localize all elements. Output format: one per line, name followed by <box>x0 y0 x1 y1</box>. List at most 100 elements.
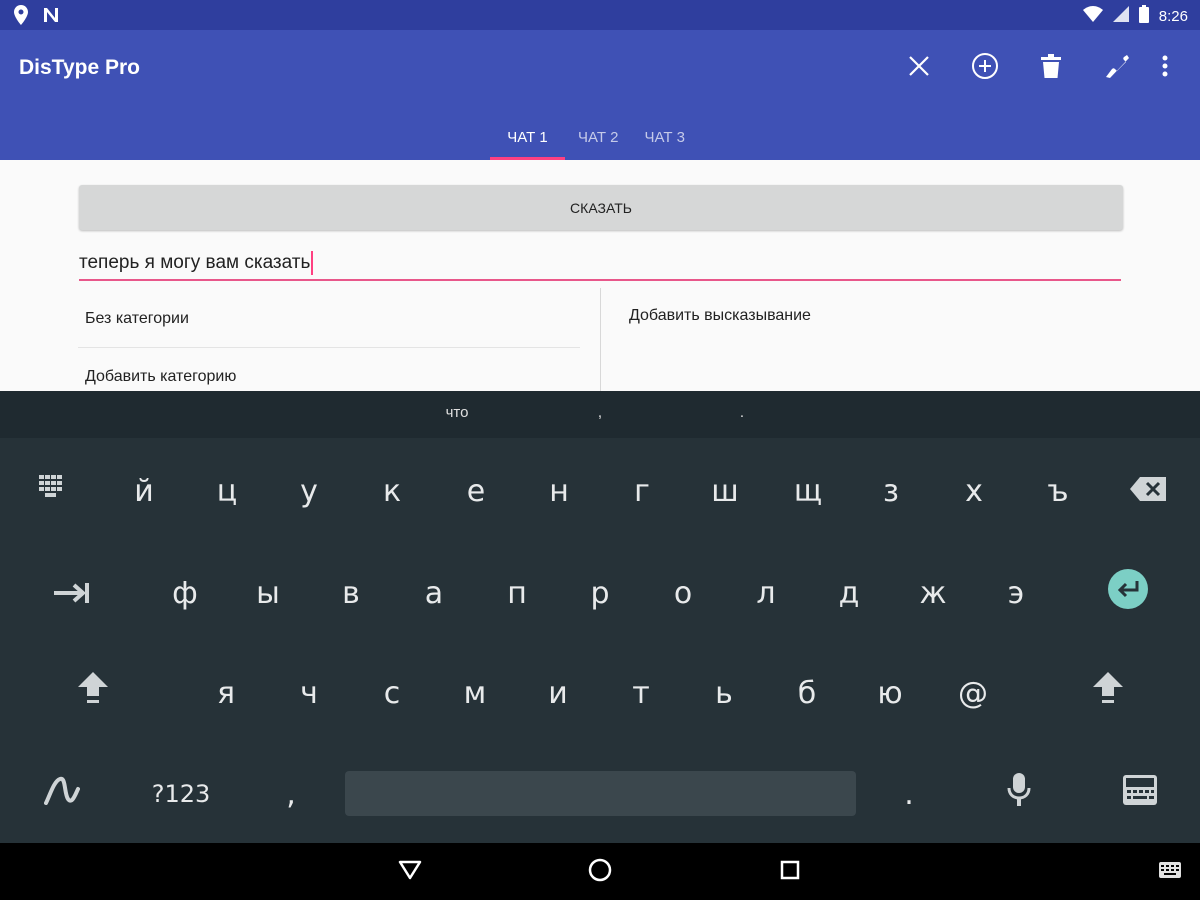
voice-key[interactable] <box>977 764 1061 824</box>
key-6[interactable]: н <box>517 461 601 521</box>
symbols-key[interactable]: ?123 <box>139 764 223 824</box>
ime-switch-button[interactable] <box>1150 856 1190 888</box>
phrase-input[interactable]: теперь я могу вам сказать <box>79 247 1121 281</box>
key-29[interactable]: т <box>599 663 683 723</box>
key-21[interactable]: д <box>807 563 891 623</box>
key-17[interactable]: п <box>475 563 559 623</box>
key-4[interactable]: к <box>350 461 434 521</box>
status-time: 8:26 <box>1158 7 1188 25</box>
key-15[interactable]: в <box>309 563 393 623</box>
enter-key[interactable] <box>1086 563 1170 623</box>
key-14[interactable]: ы <box>226 563 310 623</box>
backspace-key[interactable] <box>1106 461 1190 521</box>
key-18[interactable]: р <box>558 563 642 623</box>
key-25[interactable]: ч <box>267 663 351 723</box>
app-bar: DisType Pro ЧАТ 1 ЧАТ 2 ЧАТ 3 <box>0 30 1200 160</box>
navigation-bar <box>0 843 1200 900</box>
recents-square-icon <box>780 860 800 885</box>
key-20[interactable]: л <box>724 563 808 623</box>
back-triangle-icon <box>398 860 422 885</box>
close-icon <box>908 55 930 82</box>
tab-key[interactable] <box>30 563 114 623</box>
key-1[interactable]: й <box>102 461 186 521</box>
key-8[interactable]: ш <box>683 461 767 521</box>
handwriting-icon <box>44 775 80 813</box>
wifi-icon <box>1082 6 1103 26</box>
grid-icon <box>39 474 63 509</box>
key-31[interactable]: б <box>765 663 849 723</box>
call-button[interactable] <box>1084 52 1150 84</box>
back-button[interactable] <box>390 856 430 888</box>
microphone-icon <box>1007 773 1031 815</box>
shift-icon <box>1093 672 1123 714</box>
numpad-key[interactable] <box>9 461 93 521</box>
period-key[interactable]: . <box>867 764 951 824</box>
recents-button[interactable] <box>770 856 810 888</box>
status-bar: 8:26 <box>0 0 1200 30</box>
key-24[interactable]: я <box>184 663 268 723</box>
keyboard-icon <box>1123 775 1157 813</box>
key-10[interactable]: з <box>849 461 933 521</box>
chat-tabs: ЧАТ 1 ЧАТ 2 ЧАТ 3 <box>490 114 698 160</box>
key-27[interactable]: м <box>433 663 517 723</box>
say-button[interactable]: СКАЗАТЬ <box>79 185 1123 230</box>
key-12[interactable]: ъ <box>1016 461 1100 521</box>
keyboard-switch-key[interactable] <box>1098 764 1182 824</box>
keyboard: что , . й ц у к е н г ш щ з х ъ ф ы в а … <box>0 391 1200 843</box>
spacebar[interactable] <box>345 771 856 816</box>
n-icon <box>42 6 60 29</box>
key-13[interactable]: ф <box>143 563 227 623</box>
key-9[interactable]: щ <box>766 461 850 521</box>
key-28[interactable]: и <box>516 663 600 723</box>
category-item[interactable]: Без категории <box>78 290 580 348</box>
key-7[interactable]: г <box>600 461 684 521</box>
comma-key[interactable]: , <box>249 764 333 824</box>
add-phrase-item[interactable]: Добавить высказывание <box>629 307 811 325</box>
key-2[interactable]: ц <box>185 461 269 521</box>
delete-button[interactable] <box>1018 52 1084 84</box>
enter-icon <box>1108 569 1148 617</box>
key-19[interactable]: о <box>641 563 725 623</box>
key-32[interactable]: ю <box>848 663 932 723</box>
shift-key-right[interactable] <box>1066 663 1150 723</box>
signal-icon <box>1112 6 1129 26</box>
phrase-input-text: теперь я могу вам сказать <box>79 252 311 273</box>
add-circle-icon <box>971 52 999 85</box>
tab-arrow-icon <box>54 576 90 611</box>
keyboard-icon <box>1159 861 1181 883</box>
trash-icon <box>1041 53 1061 83</box>
list-divider <box>600 288 601 391</box>
tab-chat-3[interactable]: ЧАТ 3 <box>632 114 699 160</box>
location-icon <box>14 5 28 30</box>
key-26[interactable]: с <box>350 663 434 723</box>
category-list: Без категории Добавить категорию <box>78 290 580 405</box>
main-content: СКАЗАТЬ теперь я могу вам сказать Без ка… <box>0 160 1200 391</box>
battery-icon <box>1138 5 1149 27</box>
phone-icon <box>1103 52 1131 85</box>
tab-chat-1[interactable]: ЧАТ 1 <box>490 114 565 160</box>
key-16[interactable]: а <box>392 563 476 623</box>
handwriting-key[interactable] <box>20 764 104 824</box>
key-33[interactable]: @ <box>931 663 1015 723</box>
tab-chat-2[interactable]: ЧАТ 2 <box>565 114 632 160</box>
key-22[interactable]: ж <box>891 563 975 623</box>
backspace-icon <box>1130 474 1166 509</box>
home-circle-icon <box>588 858 612 887</box>
text-cursor <box>311 251 314 275</box>
key-23[interactable]: э <box>974 563 1058 623</box>
shift-key-left[interactable] <box>51 663 135 723</box>
more-vert-icon <box>1162 55 1168 82</box>
toolbar-actions <box>886 52 1180 84</box>
suggestion-3[interactable]: . <box>642 404 842 421</box>
app-title: DisType Pro <box>19 56 140 79</box>
clear-button[interactable] <box>886 52 952 84</box>
key-5[interactable]: е <box>434 461 518 521</box>
shift-icon <box>78 672 108 714</box>
more-options-button[interactable] <box>1150 52 1180 84</box>
home-button[interactable] <box>580 856 620 888</box>
key-30[interactable]: ь <box>682 663 766 723</box>
key-11[interactable]: х <box>932 461 1016 521</box>
add-button[interactable] <box>952 52 1018 84</box>
suggestion-strip: что , . <box>0 391 1200 438</box>
key-3[interactable]: у <box>267 461 351 521</box>
